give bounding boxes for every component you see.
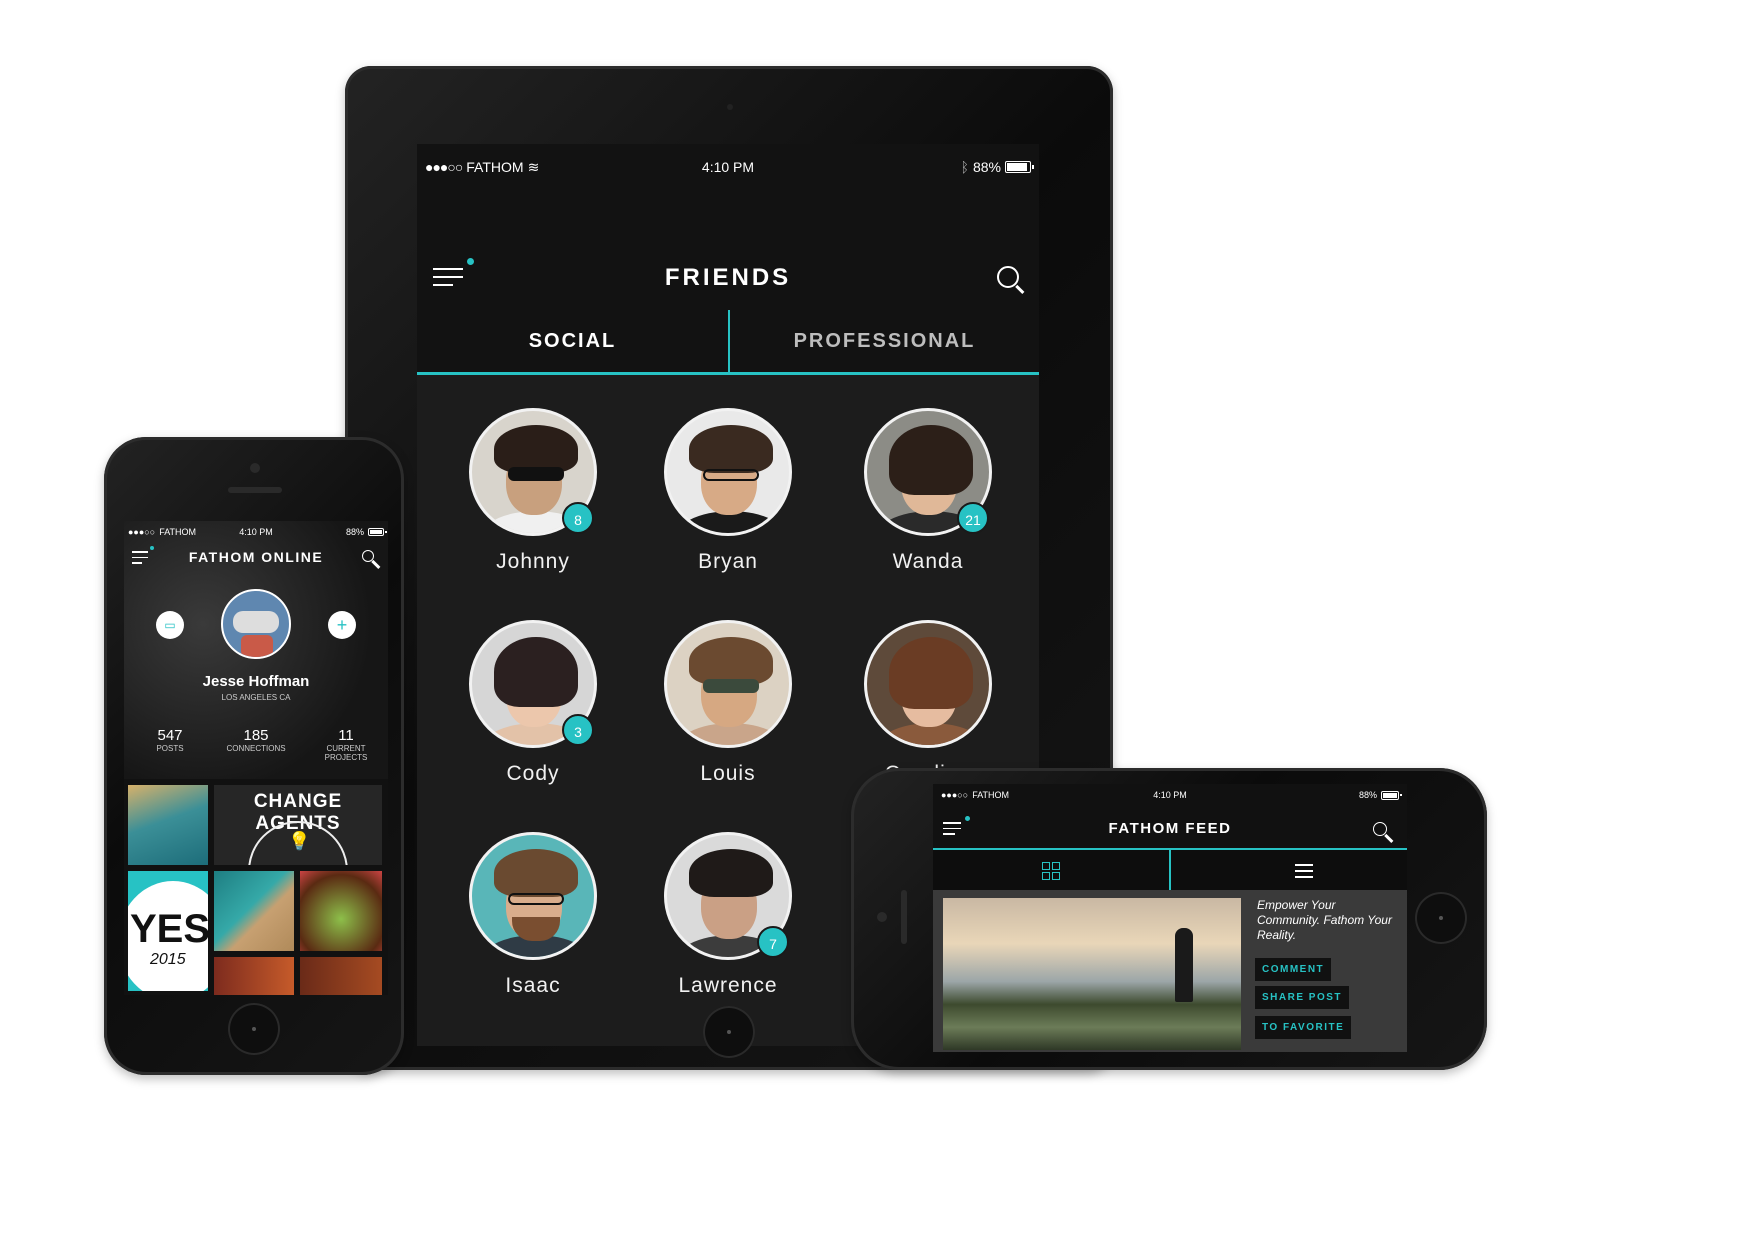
- message-button[interactable]: ▭: [156, 611, 184, 639]
- friend-name: Wanda: [892, 550, 964, 573]
- friend-caroline[interactable]: Caroline: [828, 620, 1028, 786]
- search-icon[interactable]: [362, 550, 374, 562]
- friend-name: Johnny: [496, 550, 570, 573]
- tile-drink[interactable]: [300, 871, 382, 951]
- phone-camera: [250, 463, 260, 473]
- stat-posts: 547 POSTS: [130, 727, 210, 753]
- stat-value: 11: [338, 727, 354, 744]
- phone-speaker: [228, 487, 282, 493]
- profile-name: Jesse Hoffman: [202, 673, 310, 690]
- friend-name: Bryan: [698, 550, 758, 573]
- avatar: [664, 620, 792, 748]
- friend-louis[interactable]: Louis: [628, 620, 828, 786]
- landscape-home-button[interactable]: [1415, 892, 1467, 944]
- tab-list-view[interactable]: [1171, 850, 1407, 890]
- tile-harbor[interactable]: [128, 785, 208, 865]
- yes-year: 2015: [150, 951, 186, 968]
- page-title: FATHOM ONLINE: [188, 549, 324, 565]
- search-icon[interactable]: [1373, 822, 1387, 836]
- share-post-button[interactable]: SHARE POST: [1255, 986, 1350, 1009]
- status-time: 4:10 PM: [701, 159, 755, 175]
- notification-badge: 8: [562, 502, 594, 534]
- avatar: [221, 589, 291, 659]
- lightbulb-glyph: 💡: [288, 831, 311, 851]
- battery-icon: [368, 528, 387, 536]
- battery-icon: [1005, 161, 1034, 173]
- friend-name: Cody: [506, 762, 560, 785]
- phone-status-bar: ●●●○○ FATHOM 4:10 PM 88%: [124, 525, 388, 539]
- friend-wanda[interactable]: 21 Wanda: [828, 408, 1028, 574]
- stat-connections: 185 CONNECTIONS: [216, 727, 296, 753]
- landscape-speaker: [901, 890, 907, 944]
- feed-caption: Empower Your Community. Fathom Your Real…: [1257, 898, 1392, 942]
- stat-projects: 11 CURRENT PROJECTS: [310, 727, 382, 762]
- yes-text: YES: [130, 907, 208, 951]
- avatar: [469, 832, 597, 960]
- stat-label: CURRENT PROJECTS: [324, 744, 368, 762]
- tab-social[interactable]: SOCIAL: [417, 310, 728, 372]
- phone-home-button[interactable]: [228, 1003, 280, 1055]
- stat-value: 185: [243, 727, 269, 744]
- stat-value: 547: [157, 727, 183, 744]
- feed-photo[interactable]: [943, 898, 1241, 1050]
- list-icon: [1295, 864, 1313, 878]
- avatar: [864, 620, 992, 748]
- search-icon[interactable]: [997, 266, 1019, 288]
- page-title: FRIENDS: [664, 264, 792, 291]
- tile-change-agents[interactable]: CHANGE AGENTS 💡: [214, 785, 382, 865]
- person-silhouette: [1175, 928, 1193, 1002]
- avatar: [664, 408, 792, 536]
- add-connection-button[interactable]: +: [328, 611, 356, 639]
- friend-name: Lawrence: [678, 974, 778, 997]
- tile-photo-2[interactable]: [300, 957, 382, 995]
- status-time: 4:10 PM: [1153, 790, 1187, 800]
- notification-badge: 21: [957, 502, 989, 534]
- friend-cody[interactable]: 3 Cody: [433, 620, 633, 786]
- tile-photo-1[interactable]: [214, 957, 294, 995]
- landscape-screen: ●●●○○ FATHOM 4:10 PM 88% FATHOM FEED Empo…: [933, 784, 1407, 1052]
- friend-name: Isaac: [505, 974, 561, 997]
- tab-underline: [417, 372, 1039, 375]
- tile-yes-2015[interactable]: YES 2015: [128, 871, 208, 991]
- friend-bryan[interactable]: Bryan: [628, 408, 828, 574]
- phone-device: ●●●○○ FATHOM 4:10 PM 88% FATHOM ONLINE ▭ …: [104, 437, 404, 1075]
- phone-screen: ●●●○○ FATHOM 4:10 PM 88% FATHOM ONLINE ▭ …: [124, 521, 388, 995]
- comment-button[interactable]: COMMENT: [1255, 958, 1332, 981]
- tablet-front-camera: [727, 104, 733, 110]
- favorite-button[interactable]: TO FAVORITE: [1255, 1016, 1352, 1039]
- status-time: 4:10 PM: [239, 527, 273, 537]
- battery-icon: [1381, 790, 1402, 800]
- grid-icon: [1042, 862, 1060, 880]
- friend-name: Louis: [700, 762, 756, 785]
- profile-location: LOS ANGELES CA: [221, 693, 291, 702]
- stat-label: POSTS: [156, 744, 184, 753]
- tablet-status-bar: ●●●○○ FATHOM ≋ 4:10 PM ᛒ 88%: [417, 156, 1039, 178]
- notification-badge: 3: [562, 714, 594, 746]
- stat-label: CONNECTIONS: [226, 744, 286, 753]
- tablet-home-button[interactable]: [703, 1006, 755, 1058]
- landscape-status-bar: ●●●○○ FATHOM 4:10 PM 88%: [933, 788, 1407, 802]
- tab-grid-view[interactable]: [933, 850, 1169, 890]
- tile-beach[interactable]: [214, 871, 294, 951]
- page-title: FATHOM FEED: [1108, 820, 1232, 837]
- landscape-phone-device: ●●●○○ FATHOM 4:10 PM 88% FATHOM FEED Empo…: [851, 768, 1487, 1070]
- friend-isaac[interactable]: Isaac: [433, 832, 633, 998]
- landscape-camera: [877, 912, 887, 922]
- friend-lawrence[interactable]: 7 Lawrence: [628, 832, 828, 998]
- friend-johnny[interactable]: 8 Johnny: [433, 408, 633, 574]
- tab-professional[interactable]: PROFESSIONAL: [730, 310, 1039, 372]
- notification-badge: 7: [757, 926, 789, 958]
